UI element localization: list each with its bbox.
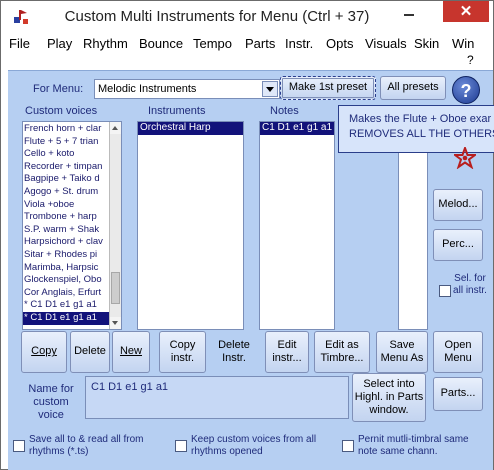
select-all-instr-checkbox[interactable] xyxy=(439,285,451,297)
menu-file[interactable]: File xyxy=(9,36,30,51)
copy-instr-button[interactable]: Copy instr. xyxy=(159,331,206,373)
all-presets-button[interactable]: All presets xyxy=(380,76,446,100)
select-into-highlighted-button[interactable]: Select into Highl. in Parts window. xyxy=(352,373,426,422)
menu-bounce[interactable]: Bounce xyxy=(139,36,183,51)
save-all-label: Save all to & read all from rhythms (*.t… xyxy=(29,434,144,457)
custom-voices-header: Custom voices xyxy=(25,105,98,117)
chevron-down-icon[interactable] xyxy=(262,81,278,97)
custom-voice-item[interactable]: Glockenspiel, Obo xyxy=(23,274,111,287)
delete-instr-button[interactable]: Delete Instr. xyxy=(208,331,260,373)
menu-rhythm[interactable]: Rhythm xyxy=(83,36,128,51)
star-icon[interactable] xyxy=(454,147,476,169)
edit-as-timbre-button[interactable]: Edit as Timbre... xyxy=(314,331,370,373)
permit-multi-timbral-checkbox[interactable] xyxy=(342,440,354,452)
instruments-header: Instruments xyxy=(148,105,206,117)
keep-custom-voices-checkbox[interactable] xyxy=(175,440,187,452)
instrument-item[interactable]: Orchestral Harp xyxy=(138,122,243,135)
custom-voice-item[interactable]: Agogo + St. drum xyxy=(23,186,111,199)
tooltip-line-2: REMOVES ALL THE OTHERS xyxy=(349,128,494,140)
menu-win[interactable]: Win xyxy=(452,36,474,51)
scroll-thumb[interactable] xyxy=(111,272,120,304)
menu-select-value: Melodic Instruments xyxy=(98,83,197,95)
custom-voice-item[interactable]: French horn + clar xyxy=(23,123,111,136)
menu-help[interactable]: ? xyxy=(467,53,474,67)
menu-select[interactable]: Melodic Instruments xyxy=(94,79,280,99)
custom-voice-name-input[interactable]: C1 D1 e1 g1 a1 xyxy=(85,376,349,419)
custom-voice-item[interactable]: Recorder + timpan xyxy=(23,161,111,174)
tooltip-line-1: Makes the Flute + Oboe exar xyxy=(349,113,492,125)
menu-bar: File Play Rhythm Bounce Tempo Parts Inst… xyxy=(1,32,493,70)
edit-instr-button[interactable]: Edit instr... xyxy=(265,331,309,373)
close-button[interactable]: ✕ xyxy=(443,1,489,22)
dialog-body: For Menu: Melodic Instruments Make 1st p… xyxy=(8,70,494,470)
scroll-up-icon[interactable] xyxy=(110,122,121,134)
permit-multi-timbral-label: Pernit mutli-timbral same note same chan… xyxy=(358,434,469,457)
make-first-preset-button[interactable]: Make 1st preset xyxy=(280,76,376,100)
copy-button[interactable]: Copy xyxy=(21,331,67,373)
delete-button[interactable]: Delete xyxy=(70,331,110,373)
keep-custom-voices-label: Keep custom voices from all rhythms open… xyxy=(191,434,317,457)
title-bar: Custom Multi Instruments for Menu (Ctrl … xyxy=(1,1,493,32)
menu-visuals[interactable]: Visuals xyxy=(365,36,407,51)
melodic-button[interactable]: Melod... xyxy=(433,189,483,221)
notes-list[interactable]: C1 D1 e1 g1 a1 xyxy=(259,121,335,330)
menu-skin[interactable]: Skin xyxy=(414,36,439,51)
instruments-list[interactable]: Orchestral Harp xyxy=(137,121,244,330)
custom-voice-item[interactable]: Bagpipe + Taiko d xyxy=(23,173,111,186)
parts-button[interactable]: Parts... xyxy=(433,377,483,411)
custom-voice-item[interactable]: * C1 D1 e1 g1 a1 xyxy=(23,311,111,325)
open-menu-button[interactable]: Open Menu xyxy=(433,331,483,373)
help-icon[interactable]: ? xyxy=(452,76,480,104)
window-title: Custom Multi Instruments for Menu (Ctrl … xyxy=(64,8,370,25)
custom-voice-item[interactable]: Harpsichord + clav xyxy=(23,236,111,249)
custom-voice-item[interactable]: Flute + 5 + 7 trian xyxy=(23,136,111,149)
scroll-down-icon[interactable] xyxy=(110,317,121,329)
custom-voices-list[interactable]: French horn + clar Flute + 5 + 7 trian Cel… xyxy=(22,121,122,330)
custom-voice-item[interactable]: S.P. warm + Shak xyxy=(23,224,111,237)
save-menu-as-button[interactable]: Save Menu As xyxy=(376,331,428,373)
main-window: Custom Multi Instruments for Menu (Ctrl … xyxy=(0,0,494,470)
minimize-button[interactable] xyxy=(394,1,424,23)
menu-instr[interactable]: Instr. xyxy=(285,36,313,51)
custom-voice-item[interactable]: Sitar + Rhodes pi xyxy=(23,249,111,262)
custom-voice-item[interactable]: Viola +oboe xyxy=(23,199,111,212)
notes-header: Notes xyxy=(270,105,299,117)
menu-parts[interactable]: Parts xyxy=(245,36,275,51)
custom-voice-item[interactable]: Cor Anglais, Erfurt xyxy=(23,287,111,300)
select-all-instr-label: Sel. for all instr. xyxy=(453,273,487,296)
custom-voice-item[interactable]: Trombone + harp xyxy=(23,211,111,224)
custom-voice-item[interactable]: Cello + koto xyxy=(23,148,111,161)
menu-opts[interactable]: Opts xyxy=(326,36,353,51)
preset-tooltip: Makes the Flute + Oboe exar REMOVES ALL … xyxy=(338,105,494,153)
new-button[interactable]: New xyxy=(112,331,150,373)
percussion-button[interactable]: Perc... xyxy=(433,229,483,261)
menu-play[interactable]: Play xyxy=(47,36,72,51)
custom-voice-item[interactable]: Marimba, Harpsic xyxy=(23,262,111,275)
for-menu-label: For Menu: xyxy=(33,83,84,95)
save-all-checkbox[interactable] xyxy=(13,440,25,452)
name-field-label: Name for custom voice xyxy=(28,383,74,421)
menu-tempo[interactable]: Tempo xyxy=(193,36,232,51)
notes-item[interactable]: C1 D1 e1 g1 a1 xyxy=(260,122,334,135)
custom-voice-item[interactable]: * C1 D1 e1 g1 a1 xyxy=(23,299,111,312)
custom-voices-scrollbar[interactable] xyxy=(109,122,121,329)
